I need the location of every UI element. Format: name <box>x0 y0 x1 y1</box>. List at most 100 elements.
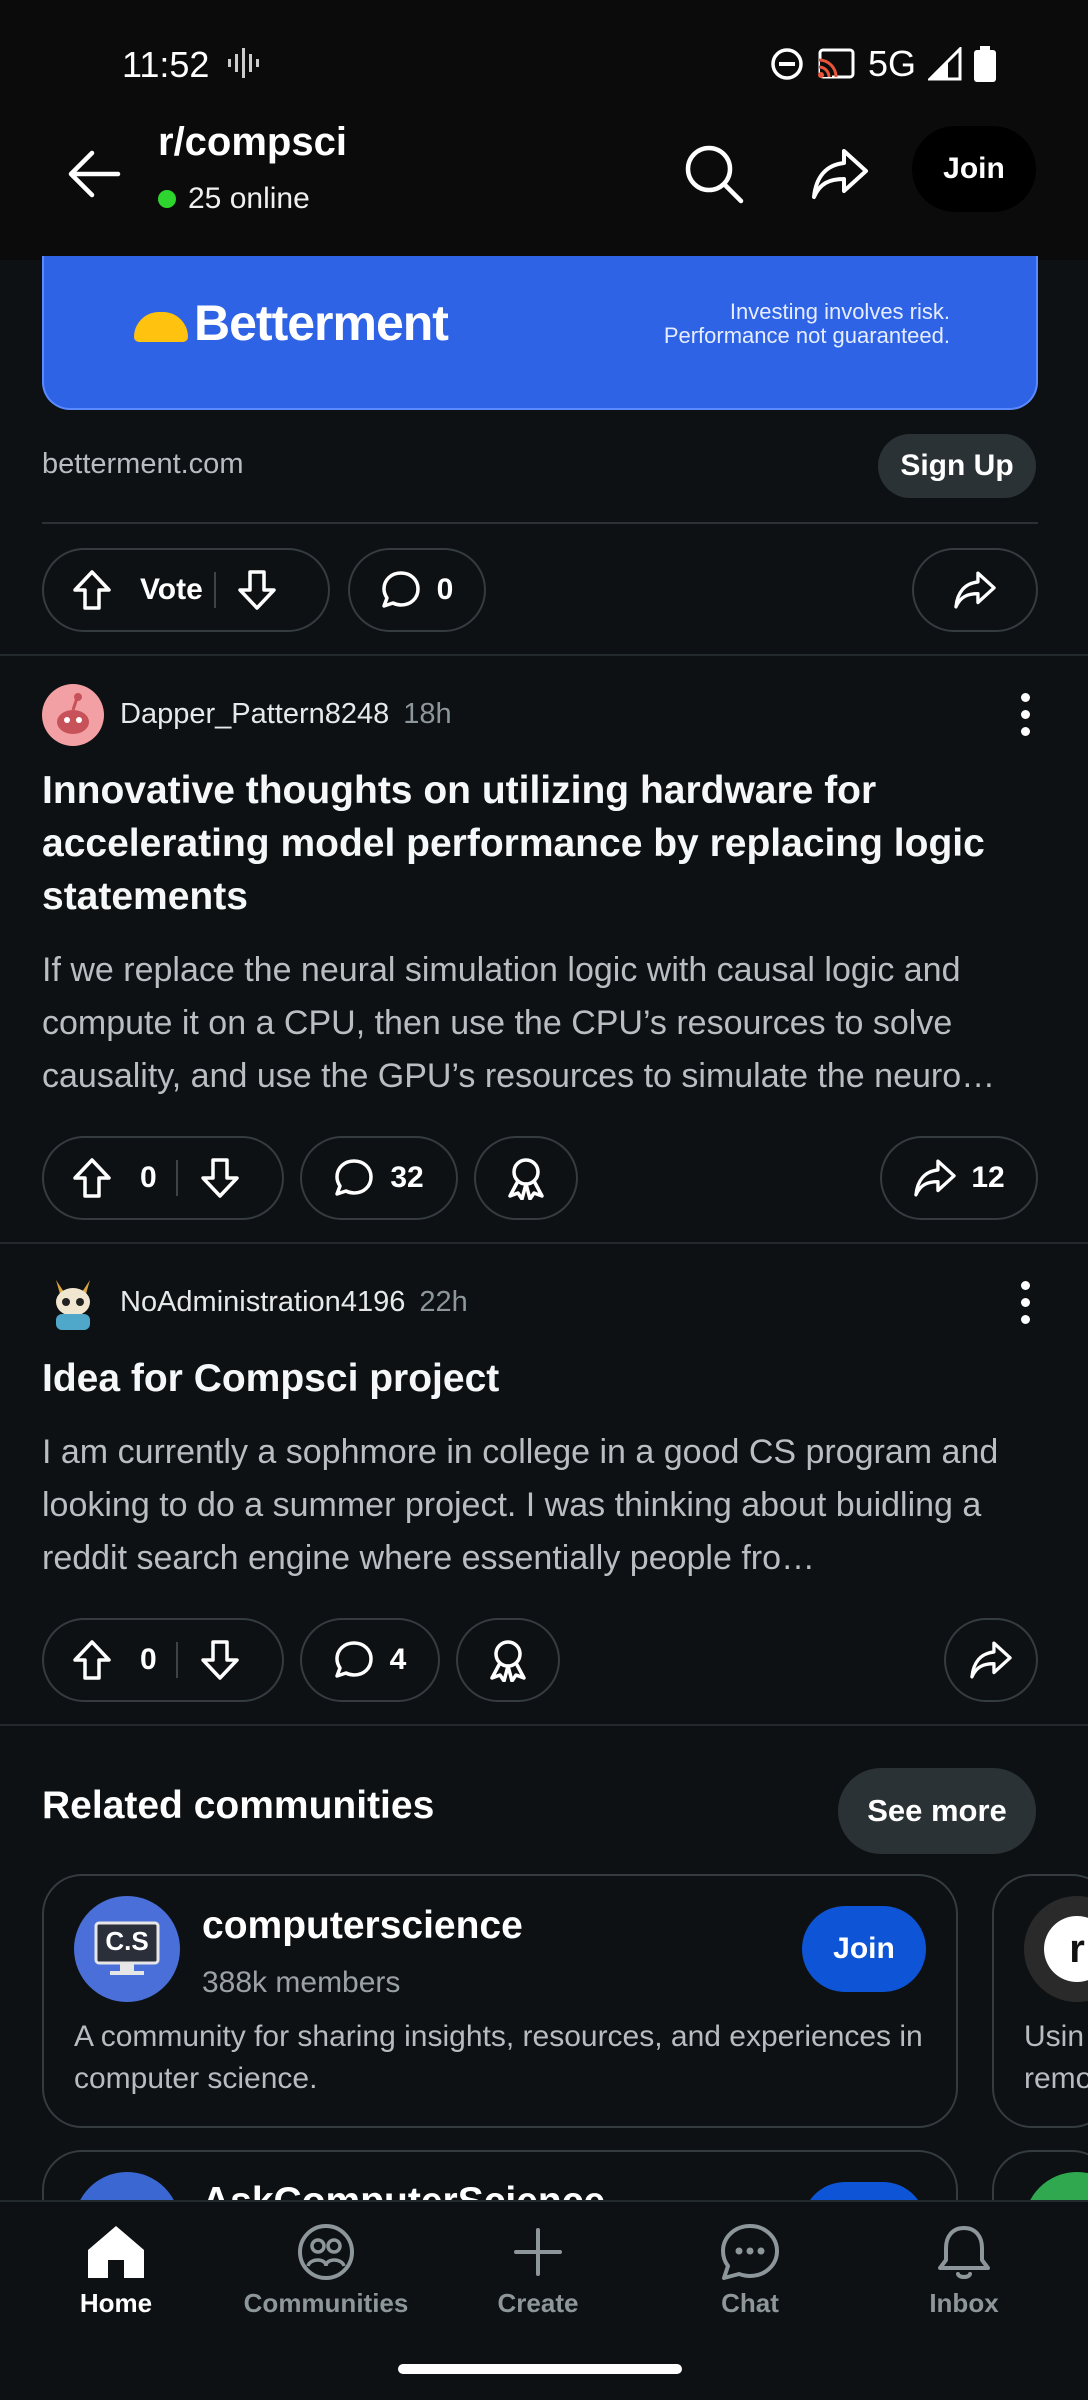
betterment-sun-icon <box>134 312 188 342</box>
divider <box>0 1724 1088 1726</box>
share-icon <box>970 1641 1012 1679</box>
post-body[interactable]: If we replace the neural simulation logi… <box>42 944 1052 1103</box>
network-type: 5G <box>867 43 916 84</box>
share-icon <box>954 571 996 609</box>
share-button[interactable]: 12 <box>880 1136 1038 1220</box>
ad-disclaimer: Investing involves risk. Performance not… <box>664 300 950 348</box>
signup-button[interactable]: Sign Up <box>878 434 1036 498</box>
share-icon <box>812 149 868 199</box>
vote-group: 0 <box>42 1136 284 1220</box>
ad-vote-group: Vote <box>42 548 330 632</box>
share-button[interactable] <box>944 1618 1038 1702</box>
upvote-button[interactable] <box>44 569 140 611</box>
search-button[interactable] <box>674 134 754 214</box>
upvote-button[interactable] <box>44 1639 140 1681</box>
award-button[interactable] <box>456 1618 560 1702</box>
ad-banner[interactable]: Betterment Investing involves risk. Perf… <box>42 256 1038 410</box>
dot <box>1020 726 1030 736</box>
upvote-icon <box>73 1158 111 1198</box>
sound-wave-icon <box>228 48 259 78</box>
post-options-button[interactable] <box>1000 1272 1050 1332</box>
plus-icon <box>514 2228 562 2276</box>
downvote-button[interactable] <box>178 1639 262 1681</box>
subreddit-name[interactable]: r/compsci <box>158 120 347 165</box>
ad-logo: Betterment <box>134 294 449 352</box>
bell-icon <box>938 2226 990 2279</box>
home-icon <box>88 2226 144 2278</box>
ad-share-button[interactable] <box>912 548 1038 632</box>
nav-label: Communities <box>243 2288 409 2318</box>
dot <box>1020 709 1030 719</box>
nav-inbox[interactable]: Inbox <box>874 2222 1054 2319</box>
share-subreddit-button[interactable] <box>800 134 880 214</box>
community-card[interactable]: C.S computerscience 388k members Join A … <box>42 1874 958 2128</box>
post-options-button[interactable] <box>1000 684 1050 744</box>
nav-create[interactable]: Create <box>448 2222 628 2319</box>
reddit-avatar-icon <box>57 693 89 734</box>
dot <box>1020 1297 1030 1307</box>
divider <box>0 1242 1088 1244</box>
share-count: 12 <box>971 1161 1005 1194</box>
community-name[interactable]: computerscience <box>202 1904 523 1948</box>
nav-label: Home <box>79 2288 153 2318</box>
vote-group: 0 <box>42 1618 284 1702</box>
nav-home[interactable]: Home <box>26 2222 206 2319</box>
award-icon <box>490 1640 526 1682</box>
divider <box>42 522 1038 524</box>
downvote-icon <box>201 1640 239 1680</box>
comment-icon <box>335 1159 374 1196</box>
see-more-button[interactable]: See more <box>838 1768 1036 1854</box>
nav-label: Create <box>497 2288 579 2318</box>
post-title[interactable]: Innovative thoughts on utilizing hardwar… <box>42 764 1052 923</box>
online-dot-icon <box>158 190 176 208</box>
upvote-icon <box>73 1640 111 1680</box>
post-author[interactable]: NoAdministration4196 22h <box>120 1286 468 1319</box>
comments-button[interactable]: 32 <box>300 1136 458 1220</box>
post-author[interactable]: Dapper_Pattern8248 18h <box>120 698 452 731</box>
comment-icon <box>334 1641 373 1678</box>
vote-label: Vote <box>140 573 203 606</box>
online-count: 25 online <box>158 182 310 216</box>
dot <box>1020 1314 1030 1324</box>
award-button[interactable] <box>474 1136 578 1220</box>
community-card-peek[interactable]: r Usin remo <box>992 1874 1088 2128</box>
nav-label: Inbox <box>929 2288 999 2318</box>
related-communities-title: Related communities <box>42 1784 435 1827</box>
community-icon-text: C.S <box>105 1926 149 1956</box>
signal-icon <box>928 47 962 81</box>
nav-communities[interactable]: Communities <box>236 2222 416 2319</box>
avatar[interactable] <box>42 684 104 746</box>
comments-button[interactable]: 4 <box>300 1618 440 1702</box>
community-join-button[interactable]: Join <box>802 1906 926 1992</box>
ad-domain[interactable]: betterment.com <box>42 448 243 481</box>
downvote-button[interactable] <box>178 1157 262 1199</box>
community-members: 388k members <box>202 1966 401 1999</box>
comment-icon <box>381 571 420 608</box>
dnd-icon <box>771 48 803 80</box>
author-name[interactable]: Dapper_Pattern8248 <box>120 698 389 730</box>
online-text: 25 online <box>188 182 310 215</box>
ad-comments-button[interactable]: 0 <box>348 548 486 632</box>
share-icon <box>914 1159 957 1197</box>
downvote-icon <box>201 1158 239 1198</box>
upvote-button[interactable] <box>44 1157 140 1199</box>
vote-count: 0 <box>140 1643 157 1676</box>
back-button[interactable] <box>54 134 134 214</box>
dot <box>1020 1280 1030 1290</box>
ad-brand: Betterment <box>194 295 449 351</box>
nav-label: Chat <box>721 2288 779 2318</box>
home-indicator[interactable] <box>398 2364 682 2374</box>
avatar[interactable] <box>42 1272 104 1334</box>
post-title[interactable]: Idea for Compsci project <box>42 1352 1052 1405</box>
downvote-button[interactable] <box>216 569 298 611</box>
peek-line: remo <box>1024 2062 1088 2095</box>
battery-icon <box>974 46 996 82</box>
join-button[interactable]: Join <box>912 126 1036 212</box>
status-time: 11:52 <box>122 44 210 85</box>
comment-count: 32 <box>390 1161 424 1194</box>
author-name[interactable]: NoAdministration4196 <box>120 1286 405 1318</box>
post-body[interactable]: I am currently a sophmore in college in … <box>42 1426 1052 1585</box>
nav-chat[interactable]: Chat <box>660 2222 840 2319</box>
cast-icon <box>817 48 855 79</box>
award-icon <box>508 1158 544 1200</box>
